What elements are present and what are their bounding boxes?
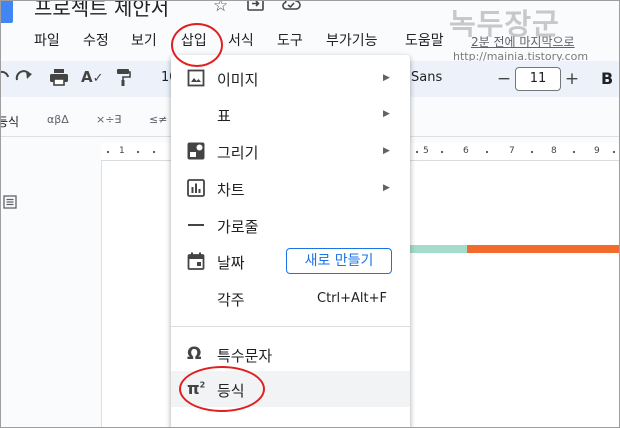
insert-table-item[interactable]: 표 ▶ — [171, 96, 410, 132]
insert-horizontal-line-item[interactable]: 가로줄 — [171, 207, 410, 243]
ruler-tick-label: 1 — [119, 146, 125, 156]
undo-icon[interactable] — [1, 68, 9, 89]
insert-date-label: 날짜 — [217, 254, 245, 272]
ruler-tick-label: 6 — [463, 146, 469, 156]
insert-footnote-item[interactable]: 각주 Ctrl+Alt+F — [171, 280, 410, 316]
ruler-tick-label: 9 — [594, 146, 600, 156]
content-bar-teal — [409, 245, 467, 253]
menu-format[interactable]: 서식 — [228, 30, 254, 50]
submenu-arrow-icon: ▶ — [383, 109, 390, 119]
insert-chart-label: 차트 — [217, 181, 245, 199]
redo-icon[interactable] — [15, 68, 35, 89]
menu-edit[interactable]: 수정 — [83, 30, 109, 50]
insert-table-label: 표 — [217, 107, 231, 125]
insert-drawing-item[interactable]: 그리기 ▶ — [171, 133, 410, 169]
chart-icon — [187, 179, 205, 197]
submenu-arrow-icon: ▶ — [383, 73, 390, 83]
cloud-saved-icon[interactable] — [281, 1, 301, 16]
calendar-icon — [187, 252, 205, 270]
paint-format-icon[interactable] — [115, 68, 131, 91]
menu-tools[interactable]: 도구 — [277, 30, 303, 50]
print-icon[interactable] — [49, 68, 69, 91]
ruler-tick-label: 5 — [423, 146, 429, 156]
menu-help[interactable]: 도움말 — [405, 30, 444, 50]
ruler-tick-mark — [416, 151, 418, 153]
last-edit-link[interactable]: 2분 전에 마지막으로 — [471, 33, 575, 50]
content-bar-orange — [467, 245, 619, 253]
menu-view[interactable]: 보기 — [131, 30, 157, 50]
submenu-arrow-icon: ▶ — [383, 146, 390, 156]
image-icon — [187, 69, 205, 87]
insert-horizontal-line-label: 가로줄 — [217, 218, 259, 236]
horizontal-line-icon — [187, 216, 205, 234]
insert-drawing-label: 그리기 — [217, 144, 259, 162]
ruler-tick-mark — [441, 151, 443, 153]
ruler-tick-mark — [613, 151, 615, 153]
docs-logo-icon[interactable] — [1, 1, 13, 23]
font-size-stepper: − 11 + — [493, 66, 583, 92]
ruler-tick-mark — [531, 151, 533, 153]
menu-separator — [171, 326, 410, 327]
ruler-tick-mark — [486, 151, 488, 153]
document-outline-icon[interactable] — [3, 195, 17, 213]
ruler-tick-mark — [573, 151, 575, 153]
ruler-tick-mark — [153, 151, 155, 153]
new-date-button[interactable]: 새로 만들기 — [286, 248, 392, 274]
footnote-shortcut: Ctrl+Alt+F — [317, 291, 387, 306]
omega-icon: Ω — [187, 344, 202, 364]
font-family-select[interactable]: Sans — [411, 70, 442, 85]
insert-chart-item[interactable]: 차트 ▶ — [171, 170, 410, 206]
annotation-circle-equation — [179, 366, 265, 412]
document-title[interactable]: 프로젝트 제안서 — [34, 1, 169, 21]
app-window: 프로젝트 제안서 ☆ 녹두장군 파일 수정 보기 삽입 서식 도구 부가기능 도… — [0, 0, 620, 428]
operators-dropdown[interactable]: ×÷∃ — [96, 113, 121, 126]
menu-addons[interactable]: 부가기능 — [326, 30, 378, 50]
ruler-tick-label: 8 — [551, 146, 557, 156]
insert-special-characters-label: 특수문자 — [217, 347, 273, 365]
decrease-font-size-button[interactable]: − — [493, 69, 515, 89]
menu-file[interactable]: 파일 — [34, 30, 60, 50]
submenu-arrow-icon: ▶ — [383, 183, 390, 193]
insert-image-item[interactable]: 이미지 ▶ — [171, 60, 410, 96]
bold-button[interactable]: B — [601, 69, 613, 88]
spellcheck-icon[interactable]: A✓ — [81, 68, 104, 86]
insert-image-label: 이미지 — [217, 71, 259, 89]
greek-letters-dropdown[interactable]: αβΔ — [47, 113, 69, 126]
insert-footnote-label: 각주 — [217, 291, 245, 309]
ruler-tick-mark — [107, 151, 109, 153]
move-to-folder-icon[interactable] — [247, 1, 264, 16]
increase-font-size-button[interactable]: + — [561, 69, 583, 89]
equation-toolbar-label: 등식 — [1, 115, 20, 129]
drawing-icon — [187, 142, 205, 160]
font-size-input[interactable]: 11 — [515, 67, 561, 91]
annotation-circle-insert-menu — [171, 23, 223, 67]
ruler-tick-mark — [137, 151, 139, 153]
relations-dropdown[interactable]: ≤≠ — [149, 113, 167, 126]
ruler-tick-label: 7 — [509, 146, 515, 156]
star-icon[interactable]: ☆ — [213, 1, 228, 16]
